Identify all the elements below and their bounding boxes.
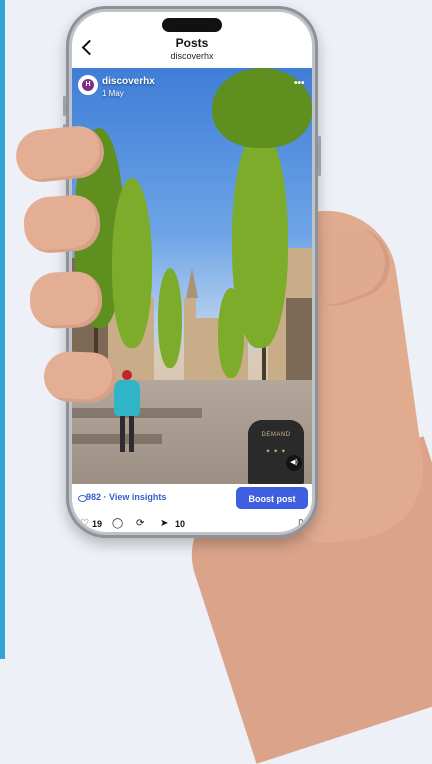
hand-finger [22, 193, 102, 255]
like-count: 19 [92, 519, 103, 529]
boost-post-button[interactable]: Boost post [236, 487, 308, 509]
share-count: 10 [175, 519, 186, 529]
heart-icon[interactable]: ♡ [80, 518, 89, 529]
person-leg [120, 416, 125, 452]
avatar-logo: H [82, 79, 94, 91]
person-jacket [114, 380, 140, 416]
phone-screen: Posts discoverhx DEMAND ✦ ✦ ✦ H discover… [72, 12, 312, 532]
phone-notch [162, 18, 222, 32]
send-icon[interactable]: ➤ [160, 518, 168, 529]
comment-icon[interactable]: ◯ [112, 518, 123, 529]
phone-volume-button [63, 96, 66, 116]
post-date: 1 May [102, 89, 124, 98]
account-name[interactable]: discoverhx [102, 76, 155, 87]
tree [218, 288, 244, 378]
phone-power-button [318, 136, 321, 176]
bookmark-icon[interactable]: ▯ [298, 518, 304, 529]
sign-decoration: ✦ ✦ ✦ [265, 449, 287, 455]
person-leg [129, 416, 134, 452]
avatar[interactable]: H [78, 75, 98, 95]
sign-text: DEMAND [261, 432, 291, 438]
church-tower [184, 298, 196, 388]
building [286, 298, 312, 388]
person-hat [122, 370, 132, 380]
page-title: Posts [175, 36, 209, 50]
church-spire [186, 268, 198, 298]
view-insights-link[interactable]: 982 · View insights [86, 492, 166, 502]
tree [112, 178, 152, 348]
action-bar [72, 516, 312, 532]
phone-frame: Posts discoverhx DEMAND ✦ ✦ ✦ H discover… [63, 6, 321, 538]
repost-icon[interactable]: ⟳ [136, 518, 144, 529]
left-accent-bar [0, 0, 5, 659]
shadow [72, 434, 162, 444]
tree [158, 268, 182, 368]
post-photo[interactable]: DEMAND ✦ ✦ ✦ [72, 68, 312, 484]
hand-finger [29, 270, 103, 330]
audio-icon[interactable]: ◀) [286, 455, 302, 471]
hand-finger [43, 350, 117, 404]
more-icon[interactable]: ••• [294, 78, 305, 89]
page-subtitle: discoverhx [170, 51, 214, 61]
